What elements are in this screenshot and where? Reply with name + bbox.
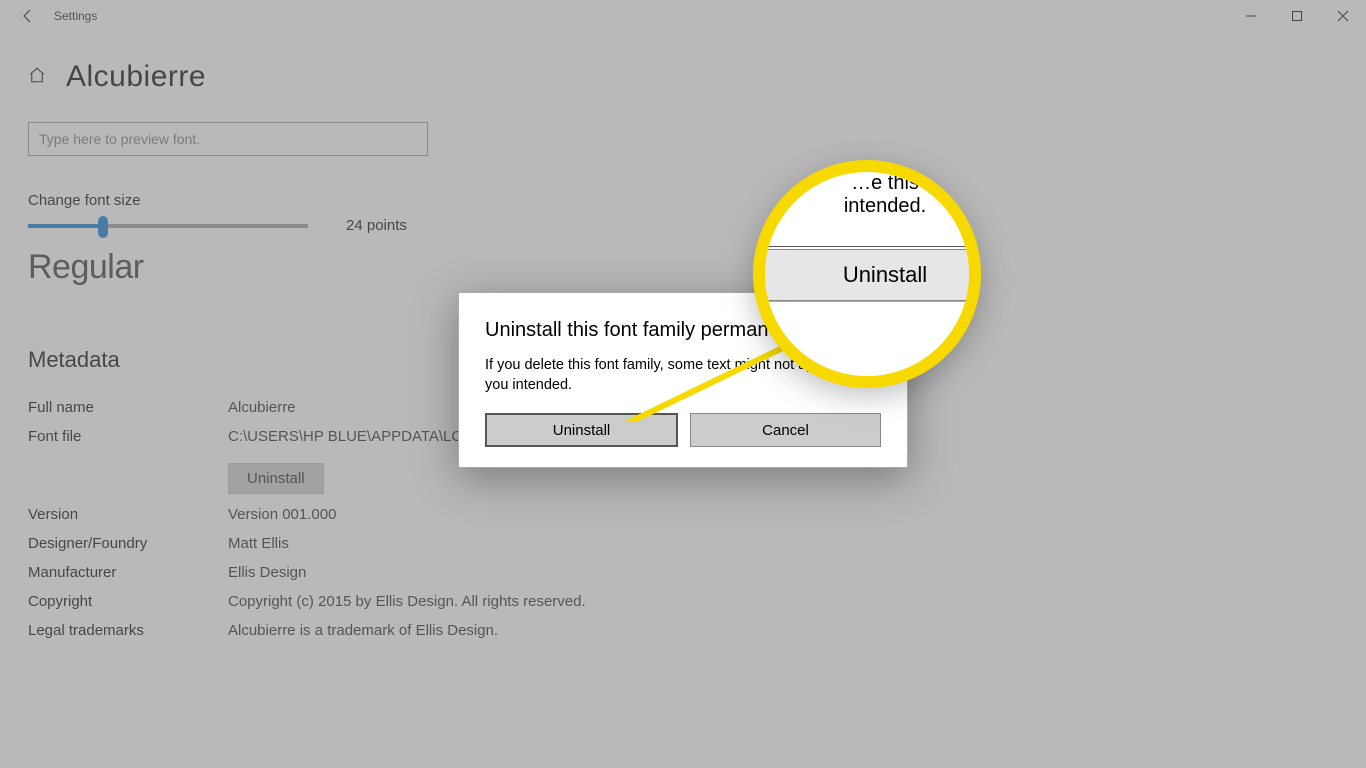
app-title: Settings — [54, 9, 97, 23]
font-size-label: Change font size — [28, 192, 1338, 209]
meta-key — [28, 457, 228, 494]
meta-row-designer: Designer/Foundry Matt Ellis — [28, 529, 1338, 558]
titlebar: Settings — [0, 0, 1366, 32]
close-button[interactable] — [1320, 0, 1366, 32]
meta-val: Alcubierre — [228, 399, 296, 416]
dialog-cancel-button[interactable]: Cancel — [690, 413, 881, 447]
maximize-button[interactable] — [1274, 0, 1320, 32]
meta-row-version: Version Version 001.000 — [28, 500, 1338, 529]
meta-key: Version — [28, 506, 228, 523]
meta-key: Designer/Foundry — [28, 535, 228, 552]
meta-val: Matt Ellis — [228, 535, 289, 552]
page-title: Alcubierre — [66, 60, 206, 94]
meta-row-copyright: Copyright Copyright (c) 2015 by Ellis De… — [28, 587, 1338, 616]
back-button[interactable] — [8, 0, 48, 32]
meta-key: Full name — [28, 399, 228, 416]
meta-key: Manufacturer — [28, 564, 228, 581]
meta-row-trademarks: Legal trademarks Alcubierre is a tradema… — [28, 616, 1338, 645]
meta-key: Legal trademarks — [28, 622, 228, 639]
callout-uninstall-button: Uninstall — [753, 249, 981, 301]
meta-val: Alcubierre is a trademark of Ellis Desig… — [228, 622, 498, 639]
home-icon[interactable] — [28, 66, 46, 89]
meta-val: Copyright (c) 2015 by Ellis Design. All … — [228, 593, 586, 610]
meta-val: Ellis Design — [228, 564, 306, 581]
meta-val: Version 001.000 — [228, 506, 336, 523]
callout-text-2: intended. — [753, 195, 981, 218]
font-size-slider[interactable] — [28, 224, 308, 228]
dialog-uninstall-button[interactable]: Uninstall — [485, 413, 678, 447]
sample-text: Regular — [28, 248, 1338, 287]
font-size-value: 24 points — [346, 217, 407, 234]
minimize-button[interactable] — [1228, 0, 1274, 32]
slider-thumb[interactable] — [98, 216, 108, 238]
slider-fill — [28, 224, 103, 228]
meta-val: Uninstall — [228, 457, 324, 494]
uninstall-button[interactable]: Uninstall — [228, 463, 324, 494]
callout-magnifier: …e this intended. Uninstall — [753, 160, 981, 388]
preview-input[interactable] — [28, 122, 428, 156]
meta-row-manufacturer: Manufacturer Ellis Design — [28, 558, 1338, 587]
meta-key: Copyright — [28, 593, 228, 610]
window-controls — [1228, 0, 1366, 32]
meta-key: Font file — [28, 428, 228, 445]
